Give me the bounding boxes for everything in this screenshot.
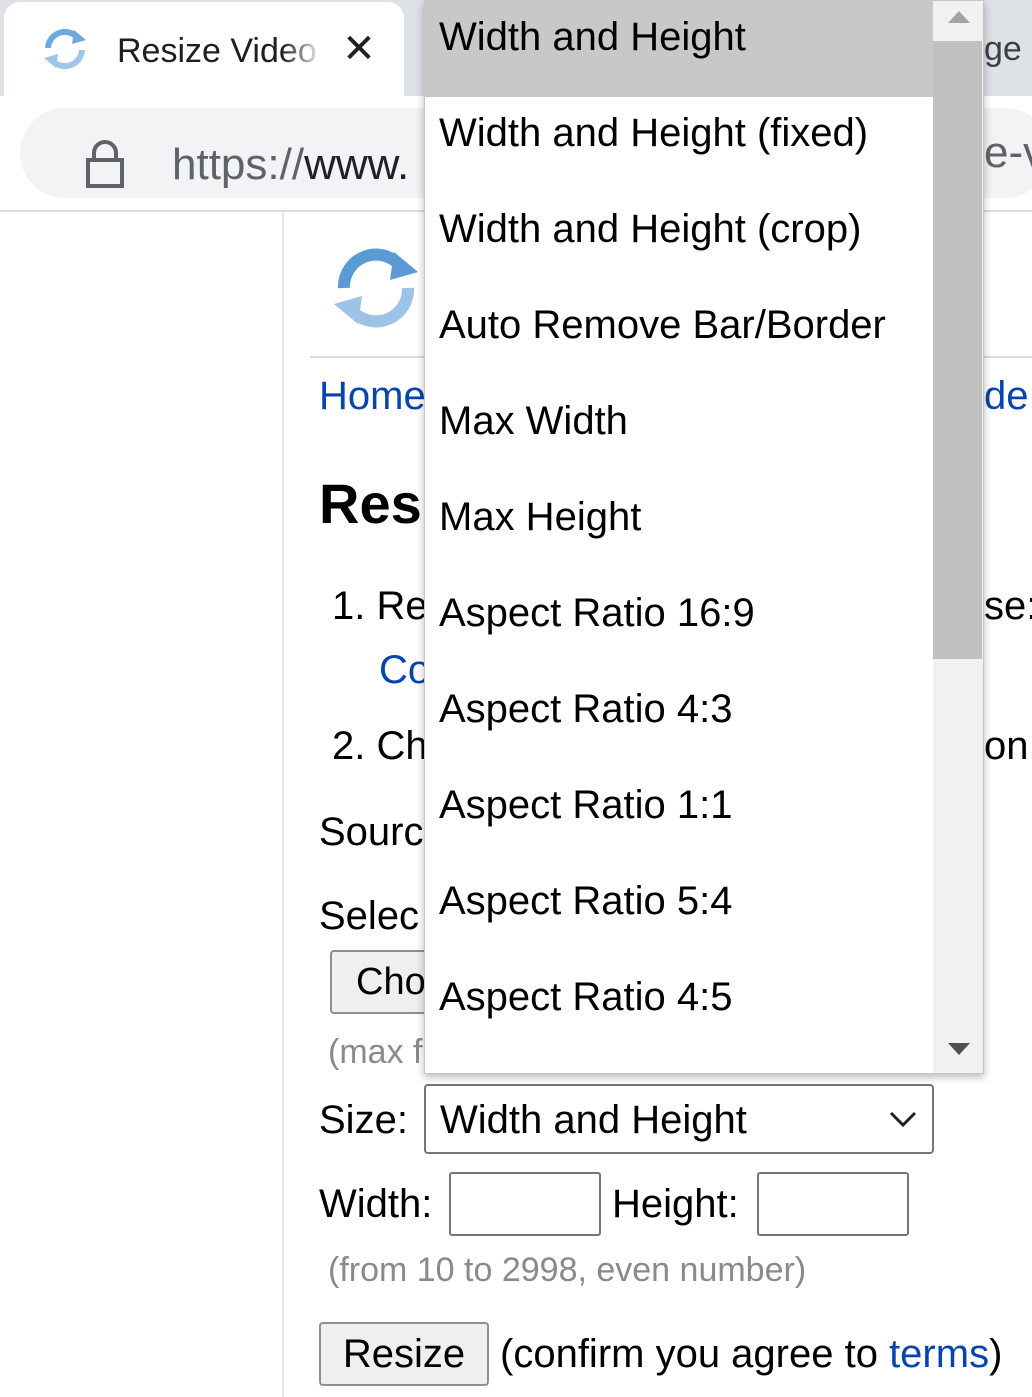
terms-link[interactable]: terms (889, 1332, 989, 1376)
scrollbar-thumb[interactable] (933, 41, 982, 659)
dropdown-option[interactable]: Aspect Ratio 16:9 (425, 577, 933, 673)
resize-button[interactable]: Resize (319, 1322, 489, 1386)
url-tail: e-v (984, 128, 1032, 177)
site-logo-icon[interactable] (330, 244, 422, 332)
dropdown-option[interactable]: Aspect Ratio 4:3 (425, 673, 933, 769)
width-label: Width: (319, 1182, 433, 1226)
browser-window: ge Resize Video ✕ https://www. e-v (0, 0, 1032, 1397)
dropdown-option[interactable]: Max Height (425, 481, 933, 577)
url-host: www. (304, 140, 410, 189)
scroll-up-arrow-icon[interactable] (946, 9, 972, 25)
select-file-label: Selec (319, 894, 420, 938)
dropdown-scrollbar[interactable] (933, 1, 983, 1073)
nav-link-home[interactable]: Home (319, 372, 426, 420)
step-1-link[interactable]: Co (379, 646, 430, 694)
close-tab-icon[interactable]: ✕ (340, 29, 378, 69)
size-select-value: Width and Height (440, 1098, 747, 1142)
dropdown-option[interactable]: Width and Height (crop) (425, 193, 933, 289)
page-divider (282, 212, 284, 1397)
max-size-hint: (max f (328, 1033, 423, 1071)
chevron-down-icon (889, 1111, 917, 1128)
dropdown-option[interactable]: Max Width (425, 385, 933, 481)
range-hint: (from 10 to 2998, even number) (328, 1251, 807, 1289)
height-label: Height: (612, 1182, 739, 1226)
confirm-prefix: (confirm you agree to (500, 1332, 890, 1376)
refresh-arrows-icon (44, 28, 86, 70)
lock-icon[interactable] (82, 138, 128, 190)
active-tab-title: Resize Video (117, 32, 317, 70)
terms-confirm-text: (confirm you agree to terms) (500, 1330, 1002, 1378)
source-label: Sourc (319, 810, 424, 854)
nav-link-partial[interactable]: de (984, 372, 1032, 420)
step-1-tail: se: (984, 584, 1032, 628)
step-1-text: 1. Re (332, 584, 428, 628)
dropdown-option[interactable]: Width and Height (425, 1, 933, 97)
width-input[interactable] (449, 1172, 601, 1236)
size-label: Size: (319, 1098, 408, 1142)
height-input[interactable] (757, 1172, 909, 1236)
dropdown-option[interactable]: Aspect Ratio 5:4 (425, 865, 933, 961)
url-text[interactable]: https://www. (172, 140, 409, 190)
dropdown-option[interactable]: Auto Remove Bar/Border (425, 289, 933, 385)
dropdown-option[interactable]: Aspect Ratio 4:5 (425, 961, 933, 1057)
dropdown-option[interactable]: Width and Height (fixed) (425, 97, 933, 193)
url-scheme: https:// (172, 140, 305, 189)
dropdown-option[interactable]: Aspect Ratio 1:1 (425, 769, 933, 865)
step-2-tail: on (984, 724, 1029, 768)
background-tab-title: ge (984, 30, 1022, 68)
step-2-text: 2. Ch (332, 724, 428, 768)
size-dropdown-list[interactable]: Width and Height Width and Height (fixed)… (424, 0, 984, 1074)
scroll-down-arrow-icon[interactable] (946, 1041, 972, 1057)
active-tab[interactable]: Resize Video ✕ (4, 2, 404, 98)
page-title: Res (319, 472, 422, 535)
confirm-suffix: ) (989, 1332, 1003, 1376)
size-select[interactable]: Width and Height (424, 1084, 934, 1154)
